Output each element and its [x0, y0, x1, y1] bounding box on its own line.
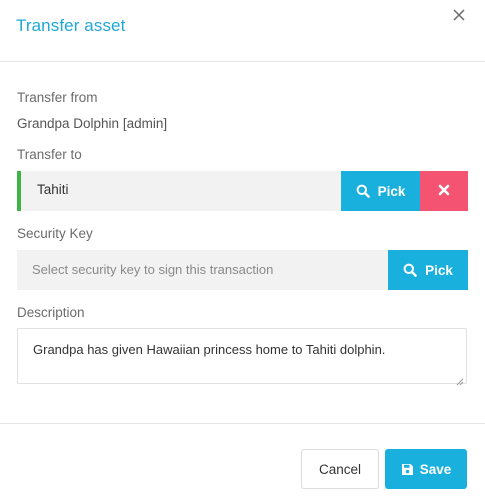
close-icon	[450, 6, 468, 24]
transfer-to-field[interactable]: Tahiti	[17, 171, 341, 211]
security-key-placeholder: Select security key to sign this transac…	[32, 262, 274, 277]
modal-header: Transfer asset	[0, 0, 485, 62]
security-key-label: Security Key	[17, 226, 93, 241]
cancel-label: Cancel	[318, 461, 362, 477]
security-key-pick-button[interactable]: Pick	[388, 250, 468, 290]
close-button[interactable]	[450, 6, 468, 24]
pick-label: Pick	[425, 262, 453, 278]
transfer-from-label: Transfer from	[17, 90, 98, 105]
description-textarea[interactable]: Grandpa has given Hawaiian princess home…	[17, 328, 467, 386]
transfer-to-label: Transfer to	[17, 147, 82, 162]
floppy-disk-icon	[401, 463, 414, 476]
transfer-from-value: Grandpa Dolphin [admin]	[17, 116, 168, 131]
description-value: Grandpa has given Hawaiian princess home…	[33, 342, 386, 357]
search-icon	[403, 263, 417, 277]
transfer-to-clear-button[interactable]	[420, 171, 468, 211]
save-label: Save	[419, 461, 452, 477]
cancel-button[interactable]: Cancel	[301, 449, 379, 489]
times-icon	[438, 184, 450, 199]
save-button[interactable]: Save	[385, 449, 467, 489]
modal-title: Transfer asset	[16, 16, 126, 35]
transfer-to-pick-button[interactable]: Pick	[341, 171, 420, 211]
security-key-field[interactable]: Select security key to sign this transac…	[17, 250, 388, 290]
transfer-to-value: Tahiti	[37, 182, 69, 197]
search-icon	[356, 184, 370, 198]
pick-label: Pick	[377, 183, 406, 199]
resize-handle-icon[interactable]	[456, 373, 464, 386]
transfer-asset-modal: Transfer asset Transfer from Grandpa Dol…	[0, 0, 485, 501]
description-label: Description	[17, 305, 85, 320]
